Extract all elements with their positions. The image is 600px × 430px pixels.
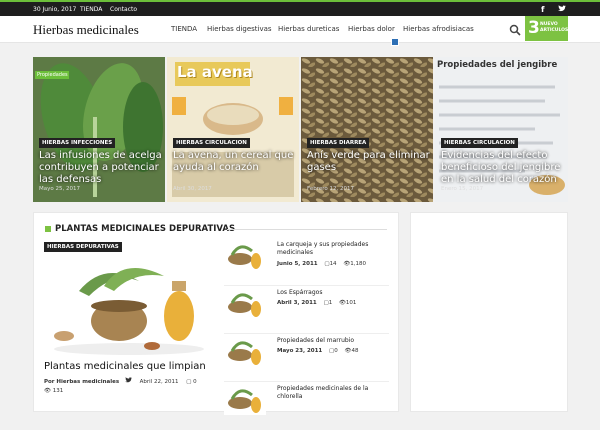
- slide-image-label: Propiedades: [37, 72, 68, 78]
- topbar-link-contacto[interactable]: Contacto: [110, 6, 137, 13]
- nav-item-hierbas-dolor[interactable]: Hierbas dolor: [348, 25, 395, 33]
- slide-image-label: La avena: [177, 63, 253, 81]
- page-widget-icon[interactable]: [391, 38, 399, 46]
- slide-date: Mayo 25, 2017: [39, 186, 80, 192]
- new-articles-badge[interactable]: 3 NUEVO ARTICULOS: [525, 16, 568, 41]
- slide-title[interactable]: Evidencias del efecto beneficioso del je…: [441, 150, 566, 186]
- slide-category[interactable]: HIERBAS INFECCIONES: [39, 138, 116, 148]
- section-heading[interactable]: PLANTAS MEDICINALES DEPURATIVAS: [55, 224, 235, 234]
- list-meta: Abril 3, 2011 ▢1 👁101: [277, 300, 356, 306]
- featured-author[interactable]: Por Hierbas medicinales: [44, 379, 119, 385]
- list-views: 48: [351, 348, 359, 354]
- list-title[interactable]: Los Espárragos: [277, 289, 387, 297]
- list-views: 1,180: [350, 261, 367, 267]
- slide-date: Abril 30, 2017: [173, 186, 212, 192]
- featured-meta: Por Hierbas medicinales Abril 22, 2011 ▢…: [44, 377, 197, 385]
- list-thumbnail: [224, 385, 266, 415]
- nav-item-tienda[interactable]: TIENDA: [171, 25, 197, 33]
- sidebar-widget: [410, 212, 568, 412]
- list-item[interactable]: Propiedades del marrubio Mayo 23, 2011 ▢…: [224, 337, 389, 382]
- top-bar: 30 Junio, 2017 TIENDA Contacto f: [0, 0, 600, 16]
- slide-card[interactable]: La avena HIERBAS CIRCULACION La avena, u…: [167, 57, 299, 202]
- site-header: Hierbas medicinales TIENDA Hierbas diges…: [0, 16, 600, 43]
- featured-views: 131: [52, 388, 64, 394]
- new-articles-label: NUEVO ARTICULOS: [540, 22, 569, 33]
- featured-comments: 0: [193, 379, 197, 385]
- section-panel: PLANTAS MEDICINALES DEPURATIVAS HIERBAS …: [33, 212, 399, 415]
- list-date: Mayo 23, 2011: [277, 348, 323, 354]
- list-title[interactable]: Propiedades del marrubio: [277, 337, 387, 345]
- list-thumbnail: [224, 289, 266, 319]
- eye-icon: 👁: [44, 388, 51, 394]
- new-articles-count: 3: [528, 18, 540, 38]
- nav-item-hierbas-digestivas[interactable]: Hierbas digestivas: [207, 25, 272, 33]
- facebook-icon[interactable]: f: [541, 5, 544, 14]
- list-item[interactable]: Propiedades medicinales de la chlorella: [224, 385, 389, 430]
- list-comments: 14: [329, 261, 337, 267]
- current-date: 30 Junio, 2017: [33, 6, 77, 13]
- list-date: Junio 5, 2011: [277, 261, 318, 267]
- featured-image[interactable]: [44, 251, 209, 356]
- slide-card[interactable]: Propiedades del jengibre HIERBAS CIRCULA…: [435, 57, 568, 202]
- eye-icon: 👁: [338, 300, 346, 306]
- twitter-icon[interactable]: [558, 5, 566, 14]
- site-logo[interactable]: Hierbas medicinales: [33, 22, 139, 38]
- nav-item-hierbas-dureticas[interactable]: Hierbas dureticas: [278, 25, 339, 33]
- heading-marker: [45, 226, 51, 232]
- slide-title[interactable]: Las infusiones de acelga contribuyen a p…: [39, 150, 164, 186]
- list-date: Abril 3, 2011: [277, 300, 317, 306]
- list-thumbnail: [224, 241, 266, 271]
- slide-category[interactable]: HIERBAS CIRCULACION: [173, 138, 250, 148]
- slide-card[interactable]: Propiedades HIERBAS INFECCIONES Las infu…: [33, 57, 165, 202]
- featured-slider: Propiedades HIERBAS INFECCIONES Las infu…: [33, 57, 568, 202]
- list-thumbnail: [224, 337, 266, 367]
- slide-date: Febrero 12, 2017: [307, 186, 355, 192]
- search-icon[interactable]: [509, 24, 521, 36]
- slide-card[interactable]: HIERBAS DIARREA Anís verde para eliminar…: [301, 57, 433, 202]
- slide-image-anis: [301, 57, 433, 202]
- list-item[interactable]: La carqueja y sus propiedades medicinale…: [224, 241, 389, 286]
- twitter-icon[interactable]: [124, 377, 132, 383]
- topbar-link-tienda[interactable]: TIENDA: [80, 6, 102, 13]
- featured-category[interactable]: HIERBAS DEPURATIVAS: [44, 242, 122, 252]
- list-meta: Junio 5, 2011 ▢14 👁1,180: [277, 261, 366, 267]
- featured-title[interactable]: Plantas medicinales que limpian: [44, 361, 206, 372]
- slide-category[interactable]: HIERBAS DIARREA: [307, 138, 370, 148]
- list-title[interactable]: La carqueja y sus propiedades medicinale…: [277, 241, 387, 257]
- list-views: 101: [345, 300, 357, 306]
- heading-divider: [227, 229, 387, 230]
- featured-views-row: 👁 131: [44, 388, 63, 394]
- list-comments: 1: [328, 300, 333, 306]
- slide-image-label: Propiedades del jengibre: [437, 60, 558, 70]
- slide-title[interactable]: Anís verde para eliminar gases: [307, 150, 432, 174]
- slide-date: Enero 15, 2017: [441, 186, 484, 192]
- list-comments: 0: [334, 348, 338, 354]
- list-meta: Mayo 23, 2011 ▢0 👁48: [277, 348, 358, 354]
- comment-icon: ▢: [186, 379, 192, 385]
- slide-title[interactable]: La avena, un cereal que ayuda al corazón: [173, 150, 298, 174]
- featured-date: Abril 22, 2011: [139, 379, 179, 385]
- slide-category[interactable]: HIERBAS CIRCULACION: [441, 138, 518, 148]
- list-title[interactable]: Propiedades medicinales de la chlorella: [277, 385, 387, 401]
- nav-item-hierbas-afrodisiacas[interactable]: Hierbas afrodisiacas: [403, 25, 474, 33]
- list-item[interactable]: Los Espárragos Abril 3, 2011 ▢1 👁101: [224, 289, 389, 334]
